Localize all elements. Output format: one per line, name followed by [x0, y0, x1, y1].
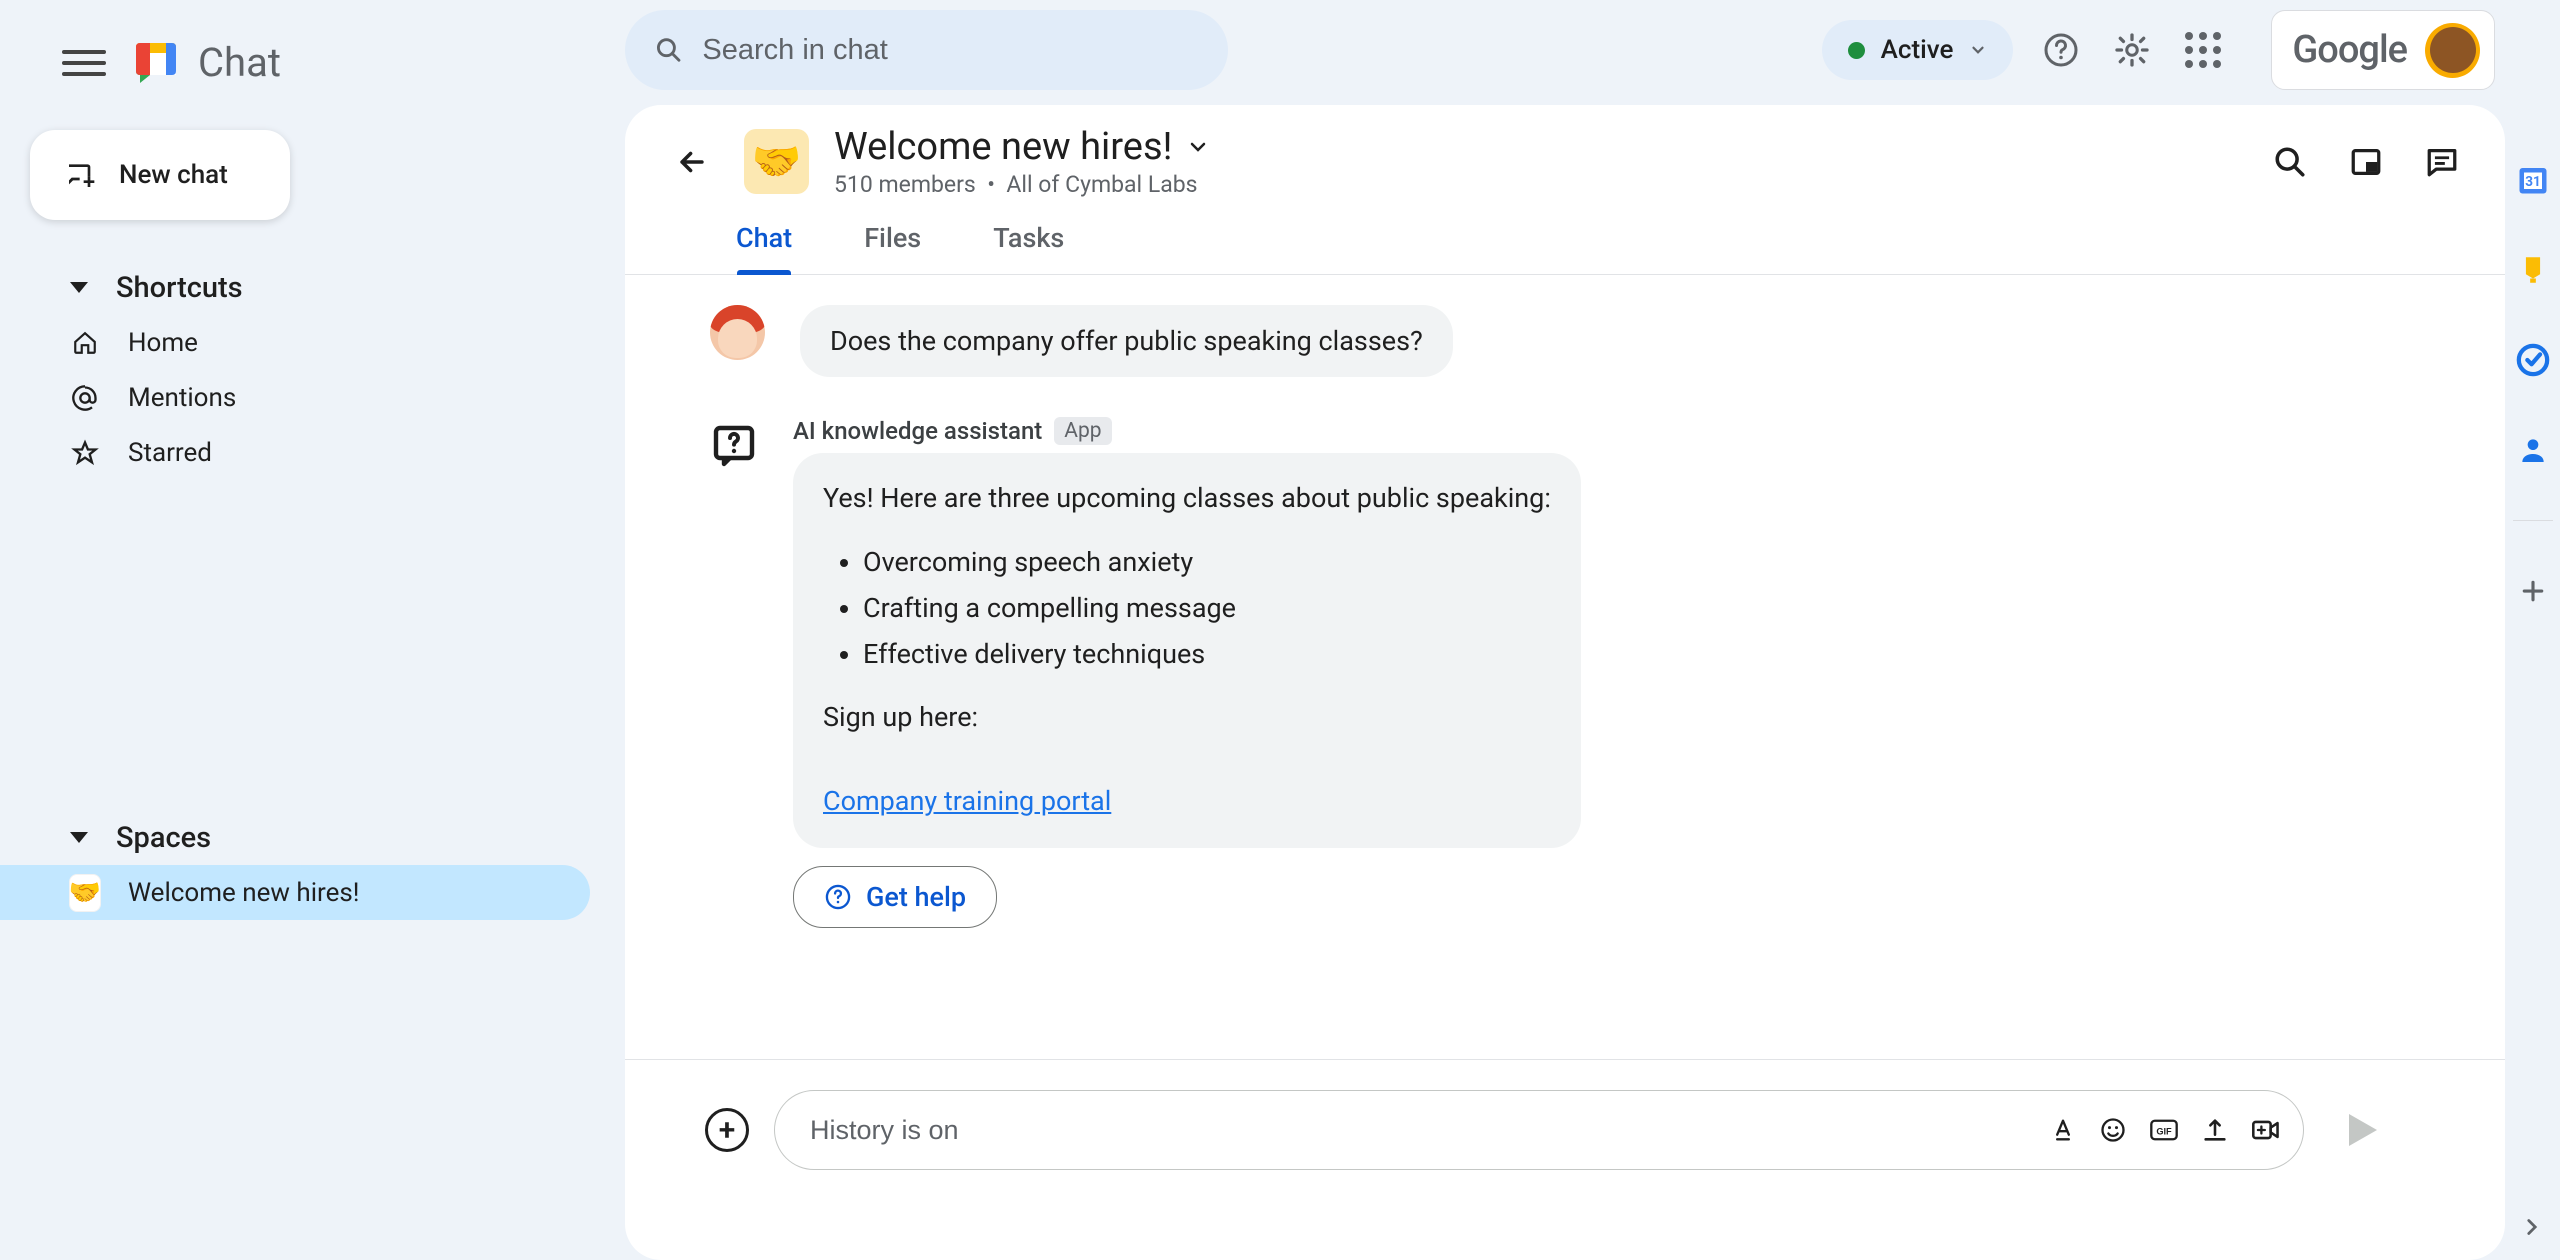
format-text-icon[interactable] [2049, 1116, 2077, 1144]
star-icon [71, 439, 99, 467]
caret-down-icon [70, 282, 88, 293]
chevron-down-icon[interactable] [1186, 135, 1210, 159]
main-menu-button[interactable] [62, 41, 106, 85]
keep-icon [2516, 253, 2550, 287]
home-icon [72, 330, 98, 356]
tasks-icon [2516, 343, 2550, 377]
training-portal-link[interactable]: Company training portal [823, 785, 1111, 817]
add-attachment-button[interactable]: + [705, 1108, 749, 1152]
chat-logo-icon [132, 39, 180, 87]
search-icon [2273, 145, 2307, 179]
gif-icon[interactable]: GIF [2149, 1116, 2179, 1144]
google-account-button[interactable]: Google [2271, 10, 2495, 90]
calendar-icon: 31 [2515, 162, 2551, 198]
nav-home-label: Home [128, 328, 198, 358]
nav-starred-label: Starred [128, 438, 212, 468]
new-chat-label: New chat [119, 160, 228, 190]
apps-button[interactable] [2180, 27, 2226, 73]
apps-grid-icon [2185, 32, 2221, 68]
app-name: Chat [198, 39, 281, 86]
chevron-right-icon [2519, 1214, 2545, 1240]
chat-logo[interactable]: Chat [132, 39, 281, 87]
help-icon [824, 883, 852, 911]
user-message: Does the company offer public speaking c… [800, 305, 1453, 377]
app-tag: App [1054, 417, 1111, 445]
svg-text:31: 31 [2525, 174, 2541, 190]
person-icon [2517, 434, 2549, 466]
toggle-panel-button[interactable] [2343, 139, 2389, 185]
nav-starred[interactable]: Starred [0, 425, 590, 480]
nav-mentions-label: Mentions [128, 383, 236, 413]
shortcuts-label: Shortcuts [116, 271, 243, 305]
tab-files[interactable]: Files [858, 208, 927, 274]
rail-calendar[interactable]: 31 [2513, 160, 2553, 200]
video-icon[interactable] [2251, 1116, 2281, 1144]
spaces-label: Spaces [116, 821, 211, 855]
chevron-down-icon [1969, 41, 1987, 59]
handshake-icon: 🤝 [69, 874, 101, 912]
svg-text:GIF: GIF [2156, 1127, 2172, 1137]
new-chat-icon [65, 159, 97, 191]
composer-input[interactable] [810, 1115, 2049, 1146]
nav-home[interactable]: Home [0, 315, 590, 370]
shortcuts-header[interactable]: Shortcuts [0, 260, 625, 315]
google-label: Google [2292, 28, 2407, 72]
panel-icon [2349, 145, 2383, 179]
search-icon [655, 35, 682, 65]
help-icon [2043, 32, 2079, 68]
user-avatar [2425, 23, 2480, 78]
rail-add-app[interactable] [2513, 571, 2553, 611]
rail-contacts[interactable] [2513, 430, 2553, 470]
search-in-space-button[interactable] [2267, 139, 2313, 185]
get-help-button[interactable]: Get help [793, 866, 997, 928]
send-button[interactable] [2349, 1114, 2377, 1146]
tab-tasks[interactable]: Tasks [987, 208, 1070, 274]
space-item-label: Welcome new hires! [128, 878, 360, 908]
rail-tasks[interactable] [2513, 340, 2553, 380]
space-icon: 🤝 [744, 129, 809, 194]
plus-icon: + [719, 1113, 736, 1148]
help-button[interactable] [2038, 27, 2084, 73]
status-label: Active [1881, 35, 1954, 65]
space-item-welcome[interactable]: 🤝 Welcome new hires! [0, 865, 590, 920]
chat-lines-icon [2425, 145, 2459, 179]
space-subtitle: 510 members • All of Cymbal Labs [834, 171, 1210, 198]
composer[interactable]: GIF [774, 1090, 2304, 1170]
back-arrow-icon [675, 145, 709, 179]
bot-name: AI knowledge assistant [793, 417, 1042, 445]
upload-icon[interactable] [2201, 1116, 2229, 1144]
rail-keep[interactable] [2513, 250, 2553, 290]
toggle-thread-button[interactable] [2419, 139, 2465, 185]
spaces-header[interactable]: Spaces [0, 810, 625, 865]
bot-icon [710, 422, 758, 470]
get-help-label: Get help [866, 881, 966, 913]
search-box[interactable] [625, 10, 1228, 90]
at-icon [71, 384, 99, 412]
user-avatar-icon [710, 305, 765, 360]
back-button[interactable] [665, 135, 719, 189]
space-title: Welcome new hires! [834, 125, 1172, 169]
nav-mentions[interactable]: Mentions [0, 370, 590, 425]
rail-collapse-button[interactable] [2519, 1214, 2545, 1240]
bot-message: Yes! Here are three upcoming classes abo… [793, 453, 1581, 848]
active-dot-icon [1848, 42, 1865, 59]
gear-icon [2114, 32, 2150, 68]
caret-down-icon [70, 832, 88, 843]
status-chip[interactable]: Active [1822, 20, 2014, 80]
emoji-icon[interactable] [2099, 1116, 2127, 1144]
plus-icon [2518, 576, 2548, 606]
search-input[interactable] [702, 34, 1198, 67]
tab-chat[interactable]: Chat [730, 208, 798, 274]
new-chat-button[interactable]: New chat [30, 130, 290, 220]
settings-button[interactable] [2109, 27, 2155, 73]
